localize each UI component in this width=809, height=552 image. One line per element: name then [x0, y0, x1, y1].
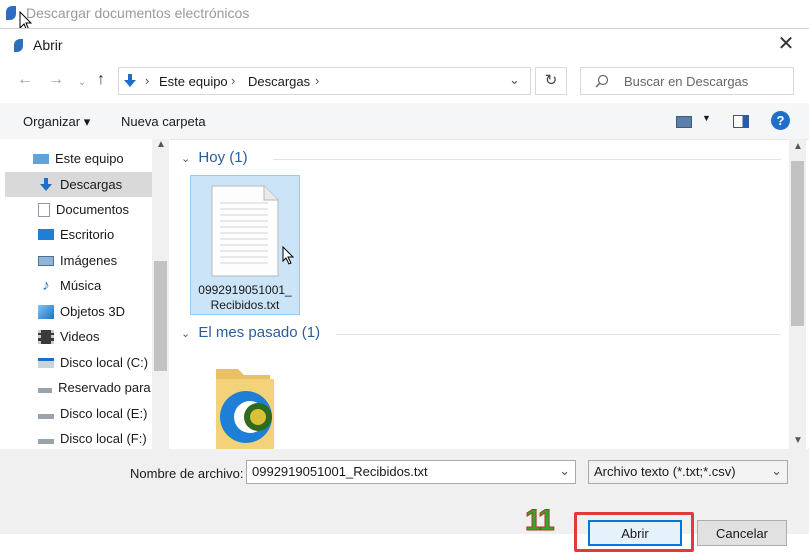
- file-name-label: 0992919051001_ Recibidos.txt: [198, 283, 292, 312]
- organize-menu-button[interactable]: Organizar ▾: [23, 114, 90, 130]
- breadcrumb-descargas[interactable]: Descargas: [248, 74, 310, 89]
- drive-icon: [38, 439, 54, 444]
- sidebar-item-musica[interactable]: ♪ Música: [5, 273, 152, 298]
- video-icon: [38, 329, 54, 344]
- step-number-marker: 11: [525, 504, 556, 537]
- new-folder-button[interactable]: Nueva carpeta: [121, 114, 206, 129]
- download-arrow-icon: [40, 177, 52, 191]
- downloads-folder-icon: [124, 74, 136, 87]
- sidebar-item-disco-f[interactable]: Disco local (F:): [5, 426, 152, 451]
- command-toolbar: Organizar ▾ Nueva carpeta ▼ ?: [0, 103, 809, 140]
- drive-icon: [38, 357, 54, 368]
- search-icon: [595, 74, 609, 88]
- pictures-icon: [38, 255, 54, 266]
- scroll-up-chevron-icon[interactable]: ▲: [156, 139, 166, 150]
- help-icon[interactable]: ?: [771, 111, 790, 130]
- file-type-chevron-icon[interactable]: ⌄: [771, 463, 782, 479]
- drive-icon: [38, 388, 53, 393]
- background-window-title: Descargar documentos electrónicos: [26, 5, 250, 21]
- sidebar-item-este-equipo[interactable]: Este equipo: [5, 146, 152, 171]
- file-type-select[interactable]: Archivo texto (*.txt;*.csv) ⌄: [588, 460, 788, 484]
- sidebar-item-descargas[interactable]: Descargas: [5, 172, 152, 197]
- filename-dropdown-chevron-icon[interactable]: ⌄: [559, 463, 570, 479]
- sidebar-item-documentos[interactable]: Documentos: [5, 197, 152, 222]
- file-list-scrollbar-thumb[interactable]: [791, 161, 804, 326]
- group-header-today[interactable]: ⌄ Hoy (1): [181, 149, 781, 169]
- dialog-footer: Nombre de archivo: 0992919051001_Recibid…: [0, 449, 809, 552]
- breadcrumb-separator-icon: ›: [231, 73, 236, 88]
- address-bar[interactable]: › Este equipo › Descargas › ⌄: [118, 67, 531, 95]
- app-logo-icon: [6, 6, 16, 20]
- file-item-recibidos[interactable]: 0992919051001_ Recibidos.txt: [190, 175, 300, 315]
- file-list: ⌄ Hoy (1) 0992919051001_ Recibidos.txt ⌄…: [172, 139, 787, 449]
- preview-pane-icon[interactable]: [733, 115, 749, 128]
- address-dropdown-chevron-icon[interactable]: ⌄: [509, 72, 520, 88]
- group-collapse-chevron-icon: ⌄: [181, 153, 191, 165]
- open-file-dialog: Abrir ✕ ← → ⌄ ↑ › Este equipo › Descarga…: [0, 28, 809, 552]
- group-label-last-month: El mes pasado (1): [198, 324, 321, 341]
- document-icon: [38, 202, 50, 217]
- recent-locations-chevron-icon[interactable]: ⌄: [78, 77, 86, 88]
- background-window-titlebar: Descargar documentos electrónicos: [0, 0, 809, 32]
- group-header-last-month[interactable]: ⌄ El mes pasado (1): [181, 324, 781, 344]
- scroll-down-chevron-icon[interactable]: ▼: [793, 435, 803, 446]
- scroll-up-chevron-icon[interactable]: ▲: [793, 141, 803, 152]
- group-label-today: Hoy (1): [198, 149, 248, 166]
- sidebar-scrollbar[interactable]: ▲: [152, 139, 169, 449]
- dialog-title: Abrir: [33, 37, 63, 53]
- forward-arrow-icon[interactable]: →: [48, 71, 64, 89]
- mouse-cursor-icon: [282, 246, 294, 265]
- change-view-icon[interactable]: [676, 116, 692, 128]
- file-list-scrollbar[interactable]: ▲ ▼: [789, 139, 806, 449]
- sidebar-item-imagenes[interactable]: Imágenes: [5, 248, 152, 273]
- sidebar-item-disco-e[interactable]: Disco local (E:): [5, 401, 152, 426]
- refresh-button[interactable]: ↻: [535, 67, 567, 95]
- cube-icon: [38, 304, 54, 319]
- computer-icon: [33, 153, 49, 164]
- filename-value: 0992919051001_Recibidos.txt: [252, 464, 428, 479]
- up-arrow-icon[interactable]: ↑: [97, 71, 105, 89]
- breadcrumb-separator-icon: ›: [315, 73, 320, 88]
- sidebar-item-escritorio[interactable]: Escritorio: [5, 222, 152, 247]
- folder-item-last-month[interactable]: [210, 361, 280, 449]
- folder-with-app-icon: [216, 369, 274, 449]
- text-file-icon: [211, 185, 279, 277]
- sidebar-item-videos[interactable]: Videos: [5, 324, 152, 349]
- cancel-button-label: Cancelar: [715, 525, 769, 541]
- file-type-value: Archivo texto (*.txt;*.csv): [594, 464, 736, 479]
- desktop-icon: [38, 229, 54, 240]
- cancel-button[interactable]: Cancelar: [697, 520, 787, 546]
- drive-icon: [38, 414, 54, 419]
- sidebar-scrollbar-thumb[interactable]: [154, 261, 167, 371]
- breadcrumb-separator-icon: ›: [145, 73, 150, 88]
- search-field[interactable]: Buscar en Descargas: [580, 67, 794, 95]
- group-collapse-chevron-icon: ⌄: [181, 328, 191, 340]
- filename-label: Nombre de archivo:: [130, 466, 244, 481]
- sidebar-item-objetos-3d[interactable]: Objetos 3D: [5, 299, 152, 324]
- sidebar-item-disco-c[interactable]: Disco local (C:): [5, 350, 152, 375]
- close-button[interactable]: ✕: [777, 34, 795, 54]
- breadcrumb-este-equipo[interactable]: Este equipo: [159, 74, 228, 89]
- music-icon: ♪: [42, 276, 50, 294]
- dialog-app-icon: [14, 39, 23, 52]
- back-arrow-icon[interactable]: ←: [17, 71, 33, 89]
- search-placeholder: Buscar en Descargas: [624, 74, 749, 89]
- open-button-label: Abrir: [621, 525, 649, 541]
- navigation-pane: Este equipo Descargas Documentos Escrito…: [0, 139, 170, 449]
- view-options-chevron-icon[interactable]: ▼: [702, 113, 711, 123]
- sidebar-item-reservado[interactable]: Reservado para el: [5, 375, 152, 400]
- filename-combobox[interactable]: 0992919051001_Recibidos.txt ⌄: [246, 460, 576, 484]
- open-button[interactable]: Abrir: [588, 520, 682, 546]
